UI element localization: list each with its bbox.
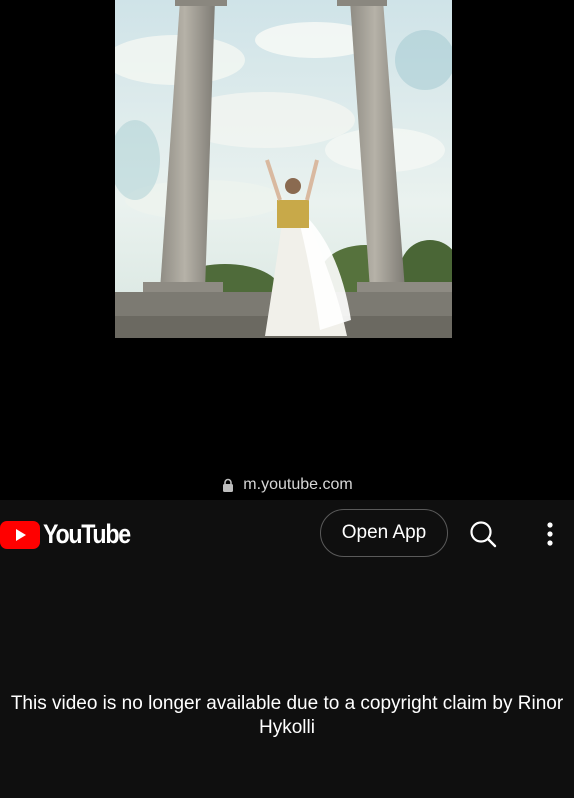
browser-address-bar[interactable]: m.youtube.com xyxy=(0,470,574,500)
lock-icon xyxy=(223,478,234,492)
youtube-wordmark: YouTube xyxy=(43,519,131,549)
more-vertical-icon[interactable] xyxy=(538,518,562,550)
main-content xyxy=(0,568,574,798)
youtube-logo[interactable]: YouTube xyxy=(0,519,144,550)
search-icon[interactable] xyxy=(467,518,499,550)
youtube-play-icon xyxy=(0,520,40,549)
open-app-button[interactable]: Open App xyxy=(320,509,448,557)
url-text: m.youtube.com xyxy=(243,476,353,493)
unavailable-message: This video is no longer available due to… xyxy=(10,693,564,738)
video-thumbnail xyxy=(115,0,452,338)
video-player-area xyxy=(0,0,574,470)
